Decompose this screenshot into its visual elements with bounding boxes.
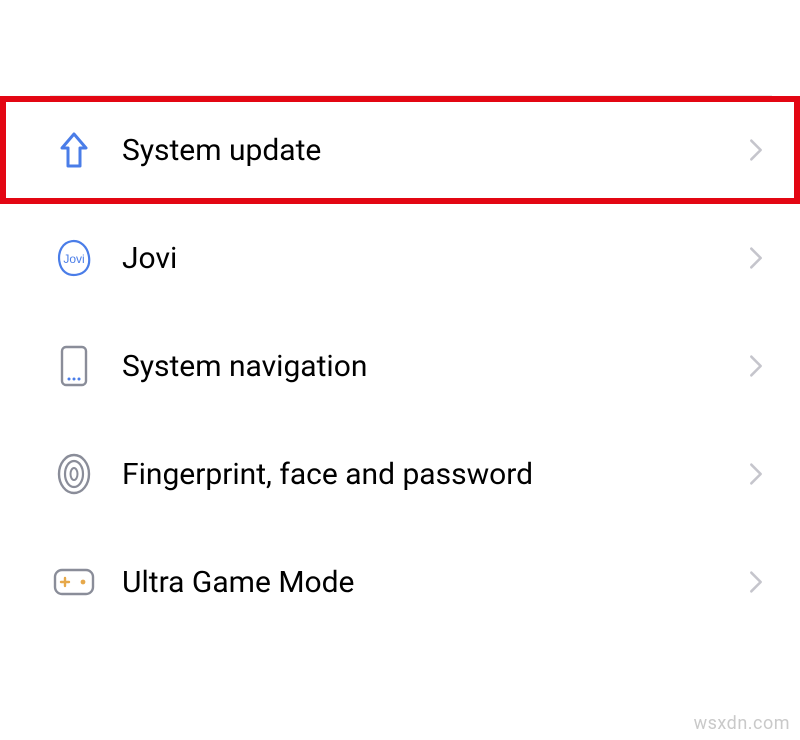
settings-list: System update Jovi Jovi — [0, 96, 800, 636]
settings-item-system-update[interactable]: System update — [0, 96, 800, 204]
arrow-up-icon — [50, 126, 98, 174]
chevron-right-icon — [746, 457, 766, 491]
phone-nav-icon — [50, 342, 98, 390]
gamepad-icon — [50, 558, 98, 606]
settings-item-label: System navigation — [122, 349, 746, 384]
watermark-text: wsxdn.com — [694, 713, 790, 734]
settings-container: System update Jovi Jovi — [0, 0, 800, 636]
chevron-right-icon — [746, 133, 766, 167]
settings-item-ultra-game-mode[interactable]: Ultra Game Mode — [0, 528, 800, 636]
svg-text:Jovi: Jovi — [63, 252, 84, 266]
jovi-icon: Jovi — [50, 234, 98, 282]
section-divider — [50, 40, 772, 96]
chevron-right-icon — [746, 349, 766, 383]
fingerprint-icon — [50, 450, 98, 498]
settings-item-label: Ultra Game Mode — [122, 565, 746, 600]
settings-item-label: Jovi — [122, 241, 746, 276]
chevron-right-icon — [746, 241, 766, 275]
settings-item-system-navigation[interactable]: System navigation — [0, 312, 800, 420]
settings-item-label: Fingerprint, face and password — [122, 457, 746, 492]
settings-item-label: System update — [122, 133, 746, 168]
chevron-right-icon — [746, 565, 766, 599]
settings-item-jovi[interactable]: Jovi Jovi — [0, 204, 800, 312]
settings-item-fingerprint-face-password[interactable]: Fingerprint, face and password — [0, 420, 800, 528]
